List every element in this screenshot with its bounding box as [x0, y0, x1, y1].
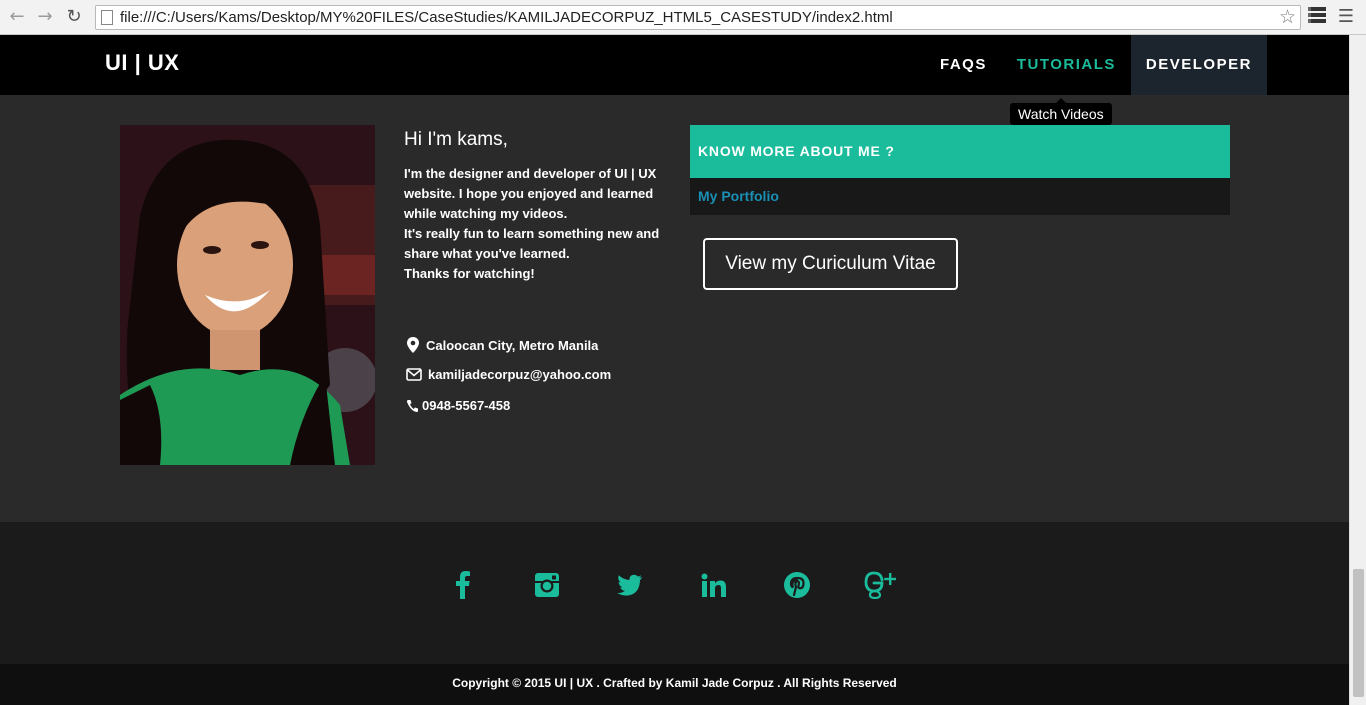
site-logo[interactable]: UI | UX	[105, 50, 179, 76]
settings-menu-icon[interactable]: ☰	[1334, 6, 1358, 28]
url-text[interactable]: file:///C:/Users/Kams/Desktop/MY%20FILES…	[120, 9, 893, 26]
tutorials-tooltip: Watch Videos	[1010, 98, 1112, 125]
facebook-icon[interactable]	[445, 567, 481, 603]
portfolio-link[interactable]: My Portfolio	[698, 188, 779, 204]
back-arrow-icon[interactable]: ←	[6, 6, 28, 28]
nav-developer[interactable]: DEVELOPER	[1130, 35, 1267, 95]
copyright-text: Copyright © 2015 UI | UX . Crafted by Ka…	[452, 676, 897, 690]
bio-greeting: Hi I'm kams,	[404, 129, 508, 150]
browser-toolbar: ← → ↻ file:///C:/Users/Kams/Desktop/MY%2…	[0, 0, 1366, 35]
page-scrollbar[interactable]	[1349, 35, 1366, 705]
twitter-icon[interactable]	[612, 567, 648, 603]
google-plus-icon[interactable]	[862, 567, 898, 603]
reload-icon[interactable]: ↻	[63, 6, 85, 28]
email-text[interactable]: kamiljadecorpuz@yahoo.com	[428, 367, 611, 382]
linkedin-icon[interactable]	[696, 567, 732, 603]
about-heading[interactable]: KNOW MORE ABOUT ME ?	[690, 125, 1230, 178]
instagram-icon[interactable]	[529, 567, 565, 603]
about-panel: KNOW MORE ABOUT ME ? My Portfolio	[690, 125, 1230, 215]
footer-bottom: Copyright © 2015 UI | UX . Crafted by Ka…	[0, 664, 1349, 705]
location-text: Caloocan City, Metro Manila	[426, 337, 599, 353]
bookmark-star-icon[interactable]: ☆	[1279, 6, 1296, 28]
site-header: UI | UX FAQS TUTORIALS DEVELOPER	[0, 35, 1349, 95]
map-marker-icon	[407, 337, 419, 353]
extension-icon[interactable]	[1306, 7, 1328, 27]
bio-line: I'm the designer and developer of UI | U…	[404, 166, 657, 221]
bio-line: It's really fun to learn something new a…	[404, 226, 660, 261]
page-icon	[101, 10, 113, 25]
view-cv-button[interactable]: View my Curiculum Vitae	[703, 238, 958, 290]
nav-faqs[interactable]: FAQS	[925, 35, 1002, 95]
contact-email: kamiljadecorpuz@yahoo.com	[406, 367, 611, 382]
phone-icon	[407, 399, 418, 412]
address-bar[interactable]: file:///C:/Users/Kams/Desktop/MY%20FILES…	[95, 5, 1301, 30]
nav-tutorials[interactable]: TUTORIALS	[1002, 35, 1131, 95]
main-navigation: FAQS TUTORIALS DEVELOPER	[925, 35, 1267, 95]
bio-line: Thanks for watching!	[404, 266, 535, 281]
profile-photo	[120, 125, 375, 465]
contact-phone: 0948-5567-458	[406, 398, 510, 413]
contact-location: Caloocan City, Metro Manila	[406, 337, 598, 353]
bio-text: I'm the designer and developer of UI | U…	[404, 164, 666, 284]
phone-text: 0948-5567-458	[422, 398, 511, 413]
envelope-icon	[406, 368, 422, 381]
pinterest-icon[interactable]	[779, 567, 815, 603]
forward-arrow-icon[interactable]: →	[34, 6, 56, 28]
about-body: My Portfolio	[690, 178, 1230, 215]
footer-social	[0, 522, 1349, 664]
scrollbar-thumb[interactable]	[1353, 569, 1364, 697]
